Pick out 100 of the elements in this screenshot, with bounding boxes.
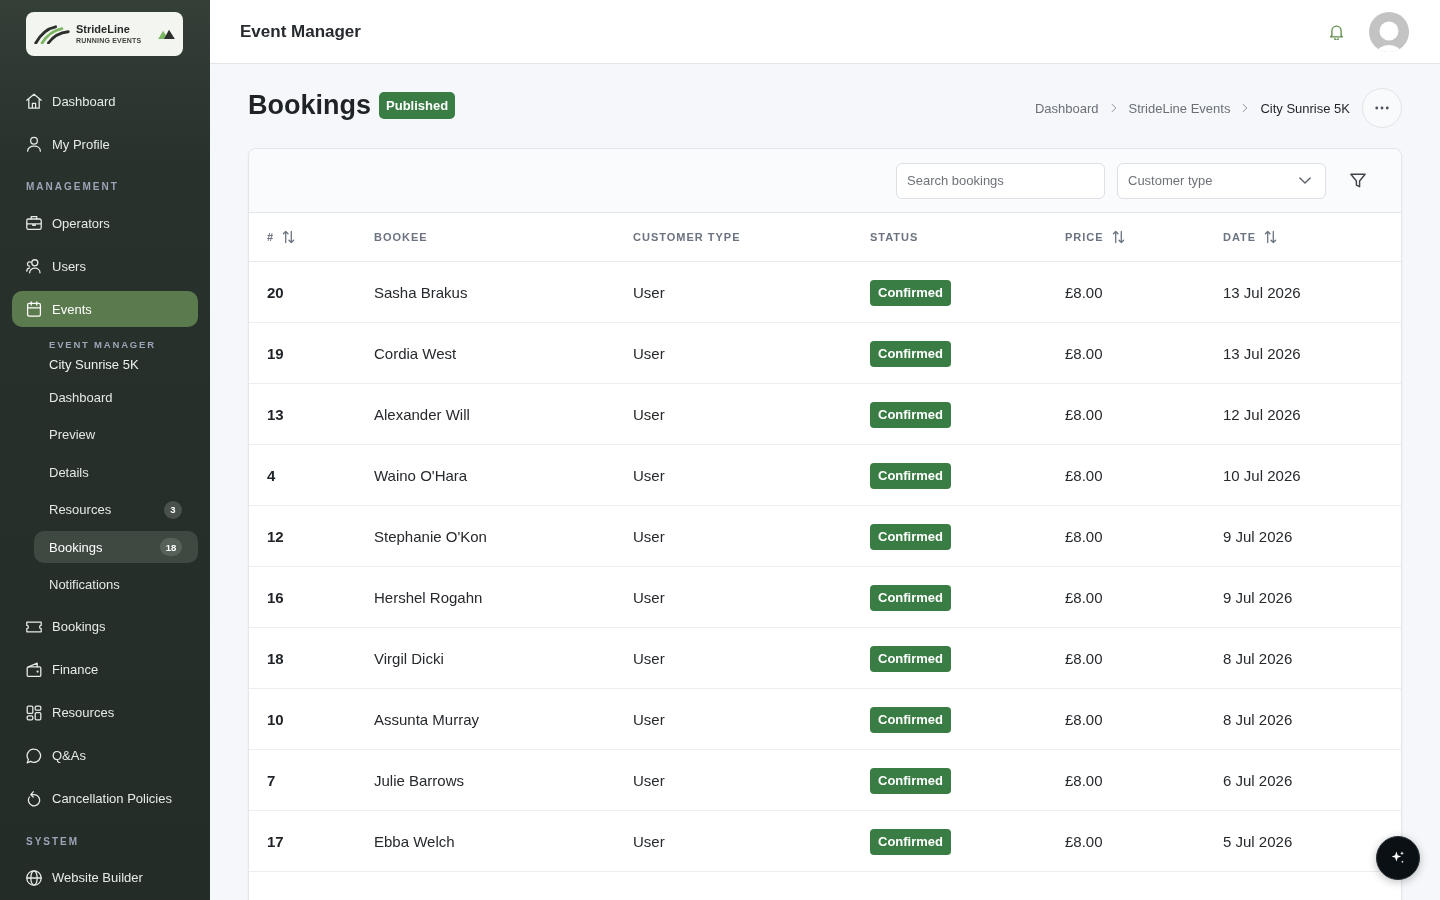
table-cell: User	[633, 649, 665, 667]
sidebar-link[interactable]: Website Builder	[12, 859, 198, 896]
table-cell: 7	[267, 771, 276, 789]
table-cell: 17	[267, 832, 284, 850]
table-cell: 13	[267, 405, 284, 423]
header-title: Event Manager	[240, 21, 361, 42]
sort-icon[interactable]	[282, 230, 296, 244]
status-badge: Published	[379, 91, 456, 119]
bell-icon[interactable]	[1329, 23, 1344, 40]
table-cell: 8 Jul 2026	[1223, 649, 1293, 667]
status-badge: Confirmed	[870, 463, 951, 489]
sidebar-link[interactable]: Dashboard	[12, 83, 198, 119]
table-cell: 16	[267, 588, 284, 606]
event-name: City Sunrise 5K	[49, 357, 139, 373]
table-cell: 19	[267, 344, 284, 362]
sort-icon[interactable]	[1264, 230, 1278, 244]
filter-icon[interactable]	[1350, 173, 1366, 188]
column-header[interactable]: DATE	[1223, 230, 1278, 244]
table-cell: £8.00	[1065, 405, 1103, 423]
table-cell: User	[633, 588, 665, 606]
table-cell: User	[633, 771, 665, 789]
chevron-right-icon	[1110, 103, 1117, 113]
section-heading: MANAGEMENT	[26, 180, 119, 194]
swoosh-logo-icon	[34, 24, 70, 44]
column-header[interactable]: PRICE	[1065, 230, 1125, 244]
sidebar-link[interactable]: My Profile	[12, 126, 198, 162]
submenu-link[interactable]: Details	[34, 456, 198, 488]
table-cell: £8.00	[1065, 710, 1103, 728]
home-icon	[26, 93, 42, 109]
globe-icon	[26, 869, 42, 886]
sidebar-link[interactable]: Users	[12, 248, 198, 284]
table-cell: Ebba Welch	[374, 832, 455, 850]
status-badge: Confirmed	[870, 707, 951, 733]
table-cell: £8.00	[1065, 588, 1103, 606]
sidebar-link[interactable]: Bookings	[12, 608, 198, 645]
submenu-link[interactable]: Notifications	[34, 568, 198, 601]
table-cell: Sasha Brakus	[374, 283, 468, 301]
table-cell: User	[633, 344, 665, 362]
table-cell: 6 Jul 2026	[1223, 771, 1293, 789]
sparkle-icon	[1390, 850, 1406, 866]
table-cell: User	[633, 710, 665, 728]
table-cell: Alexander Will	[374, 405, 470, 423]
sidebar-link[interactable]: Operators	[12, 205, 198, 241]
section-heading: SYSTEM	[26, 834, 80, 849]
briefcase-icon	[26, 215, 42, 231]
status-badge: Confirmed	[870, 524, 951, 550]
table-cell: 20	[267, 283, 284, 301]
table-cell: Julie Barrows	[374, 771, 465, 789]
table-cell: £8.00	[1065, 649, 1103, 667]
wallet-icon	[26, 661, 42, 678]
table-cell: 8 Jul 2026	[1223, 710, 1293, 728]
submenu-link[interactable]: Preview	[34, 418, 198, 451]
count-badge: 3	[164, 500, 182, 519]
calendar-icon	[26, 301, 42, 317]
table-cell: User	[633, 283, 665, 301]
submenu-link[interactable]: Resources 3	[34, 493, 198, 526]
more-icon	[1375, 106, 1389, 110]
table-cell: 13 Jul 2026	[1223, 283, 1301, 301]
status-badge: Confirmed	[870, 829, 951, 855]
sidebar-link[interactable]: Cancellation Policies	[12, 780, 198, 817]
status-badge: Confirmed	[870, 341, 951, 367]
status-badge: Confirmed	[870, 768, 951, 794]
table-cell: Cordia West	[374, 344, 457, 362]
table-cell: £8.00	[1065, 527, 1103, 545]
table-cell: User	[633, 466, 665, 484]
mountain-icon	[158, 29, 175, 39]
sidebar-link[interactable]: Resources	[12, 694, 198, 731]
sort-icon[interactable]	[1111, 230, 1125, 244]
table-cell: 10	[267, 710, 284, 728]
status-badge: Confirmed	[870, 646, 951, 672]
column-header: BOOKEE	[374, 231, 428, 243]
status-badge: Confirmed	[870, 402, 951, 428]
table-cell: £8.00	[1065, 283, 1103, 301]
table-cell: Waino O'Hara	[374, 466, 468, 484]
circular-arrow-icon	[26, 790, 42, 807]
breadcrumb-link[interactable]: Dashboard	[1034, 100, 1099, 116]
table-cell: 4	[267, 466, 276, 484]
table-cell: 12 Jul 2026	[1223, 405, 1301, 423]
table-cell: User	[633, 527, 665, 545]
status-badge: Confirmed	[870, 280, 951, 306]
column-header[interactable]: #	[267, 230, 296, 244]
submenu-link[interactable]: Dashboard	[34, 381, 198, 413]
table-cell: Assunta Murray	[374, 710, 480, 728]
search-field[interactable]: Search bookings	[896, 162, 1105, 199]
table-cell: Virgil Dicki	[374, 649, 444, 667]
breadcrumb-link[interactable]: StrideLine Events	[1128, 100, 1231, 116]
page-title: Bookings	[248, 89, 371, 121]
brand-name: StrideLine	[76, 23, 130, 35]
sidebar-link[interactable]: Events	[12, 291, 198, 327]
sidebar-link[interactable]: Finance	[12, 651, 198, 688]
sidebar-link[interactable]: Q&As	[12, 737, 198, 774]
customer-type-select[interactable]: Customer type	[1117, 162, 1326, 199]
submenu-link[interactable]: Bookings 18	[34, 531, 198, 563]
table-cell: 18	[267, 649, 284, 667]
breadcrumb-current[interactable]: City Sunrise 5K	[1260, 100, 1350, 116]
table-cell: 9 Jul 2026	[1223, 527, 1293, 545]
table-cell: 5 Jul 2026	[1223, 832, 1293, 850]
table-cell: £8.00	[1065, 466, 1103, 484]
table-cell: Stephanie O'Kon	[374, 527, 487, 545]
table-cell: User	[633, 832, 665, 850]
